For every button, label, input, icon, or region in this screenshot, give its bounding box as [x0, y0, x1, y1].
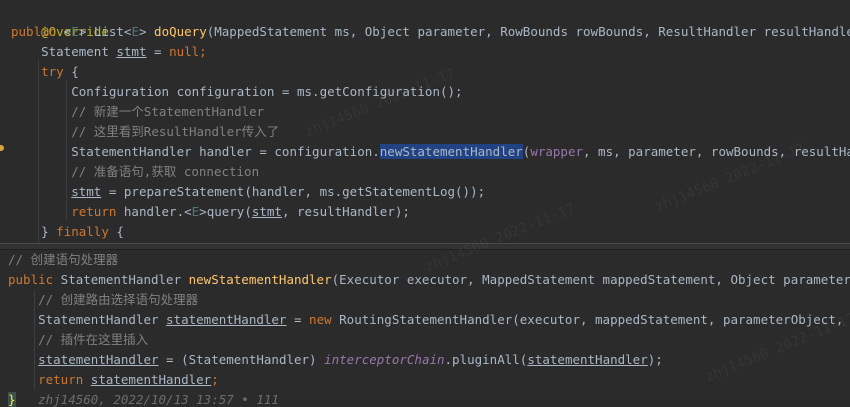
assign: =: [146, 44, 170, 59]
list-close: >: [138, 24, 155, 39]
variable-stmt[interactable]: stmt: [116, 44, 146, 59]
code-line-4[interactable]: try {: [11, 62, 79, 82]
pane-splitter[interactable]: [0, 243, 850, 250]
code-line-5[interactable]: Configuration configuration = ms.getConf…: [11, 82, 463, 102]
code-line-12[interactable]: } finally {: [11, 222, 124, 242]
brace-open: {: [63, 64, 79, 79]
params: (Executor executor, MappedStatement mapp…: [331, 272, 850, 287]
variable-stmt[interactable]: stmt: [71, 184, 101, 199]
bookmark-marker[interactable]: [0, 145, 4, 151]
call-prefix: handler.<: [116, 204, 192, 219]
code-line-b4[interactable]: StatementHandler statementHandler = new …: [8, 310, 850, 330]
selected-method-newstatementhandler[interactable]: newStatementHandler: [379, 144, 523, 159]
cast: = (StatementHandler): [158, 352, 325, 367]
code-line-7[interactable]: // 这里看到ResultHandler传入了: [11, 122, 279, 142]
variable-stmt[interactable]: stmt: [252, 204, 282, 219]
brace-close: }: [41, 224, 57, 239]
field-interceptorchain[interactable]: interceptorChain: [324, 352, 444, 367]
variable-statementhandler[interactable]: statementHandler: [166, 312, 286, 327]
call-end: );: [647, 352, 663, 367]
variable-statementhandler[interactable]: statementHandler: [91, 372, 211, 387]
type-statement: Statement: [41, 44, 117, 59]
code-line-1[interactable]: @Override: [11, 2, 109, 39]
statement-prefix: StatementHandler handler = configuration…: [71, 144, 380, 159]
keyword-return: return: [38, 372, 84, 387]
semicolon: ;: [199, 44, 207, 59]
editor-pane-bottom[interactable]: // 创建语句处理器 public StatementHandler newSt…: [0, 250, 850, 407]
code-line-b7[interactable]: return statementHandler;: [8, 370, 219, 390]
code-line-b2[interactable]: public StatementHandler newStatementHand…: [8, 270, 850, 290]
constructor-call: RoutingStatementHandler(executor, mapped…: [339, 312, 844, 327]
comment: // 新建一个StatementHandler: [71, 104, 265, 119]
type-statementhandler: StatementHandler: [38, 312, 167, 327]
method-doquery[interactable]: doQuery: [154, 24, 207, 39]
code-line-6[interactable]: // 新建一个StatementHandler: [11, 102, 264, 122]
generic-open: <: [56, 24, 72, 39]
keyword-try: try: [41, 64, 64, 79]
comment: // 创建路由选择语句处理器: [38, 292, 199, 307]
code-line-b6[interactable]: statementHandler = (StatementHandler) in…: [8, 350, 663, 370]
call-args: , resultHandler);: [281, 204, 410, 219]
code-line-b3[interactable]: // 创建路由选择语句处理器: [8, 290, 198, 310]
code-line-b8[interactable]: } zhj14560, 2022/10/13 13:57 • 111: [8, 390, 279, 407]
keyword-finally: finally: [56, 224, 109, 239]
args: , ms, parameter, rowBounds, resultHandle…: [583, 144, 850, 159]
closing-brace[interactable]: }: [8, 392, 16, 407]
code-line-9[interactable]: // 准备语句,获取 connection: [11, 162, 259, 182]
keyword-return: return: [71, 204, 117, 219]
statement-prepare: = prepareStatement(handler, ms.getStatem…: [101, 184, 486, 199]
keyword-public: public: [8, 272, 54, 287]
params: (MappedStatement ms, Object parameter, R…: [206, 24, 850, 39]
return-type: StatementHandler: [53, 272, 189, 287]
variable-statementhandler[interactable]: statementHandler: [527, 352, 647, 367]
statement-get-configuration: Configuration configuration = ms.getConf…: [71, 84, 463, 99]
variable-statementhandler[interactable]: statementHandler: [38, 352, 158, 367]
git-blame-annotation: zhj14560, 2022/10/13 13:57 • 111: [15, 392, 279, 407]
call-pluginall: .pluginAll(: [444, 352, 528, 367]
keyword-new: new: [309, 312, 332, 327]
comment: // 创建语句处理器: [8, 252, 119, 267]
comment: // 准备语句,获取 connection: [71, 164, 260, 179]
code-line-b5[interactable]: // 插件在这里插入: [8, 330, 148, 350]
code-line-10[interactable]: stmt = prepareStatement(handler, ms.getS…: [11, 182, 485, 202]
semicolon: ;: [211, 372, 219, 387]
keyword-null: null: [169, 44, 200, 59]
assign: =: [286, 312, 310, 327]
code-line-3[interactable]: Statement stmt = null;: [11, 42, 207, 62]
comment: // 这里看到ResultHandler传入了: [71, 124, 280, 139]
generic-close: >: [78, 24, 94, 39]
comment: // 插件在这里插入: [38, 332, 149, 347]
keyword-public: public: [11, 24, 57, 39]
field-wrapper[interactable]: wrapper: [530, 144, 583, 159]
code-line-2[interactable]: public <E> List<E> doQuery(MappedStateme…: [11, 22, 850, 42]
call-query: >query(: [199, 204, 252, 219]
code-line-8[interactable]: StatementHandler handler = configuration…: [11, 142, 850, 162]
list-type: List<: [93, 24, 132, 39]
brace-open: {: [108, 224, 124, 239]
type-param-e: E: [131, 24, 139, 39]
method-newstatementhandler[interactable]: newStatementHandler: [189, 272, 332, 287]
editor-pane-top[interactable]: @Override public <E> List<E> doQuery(Map…: [0, 0, 850, 243]
code-line-b1[interactable]: // 创建语句处理器: [8, 250, 118, 270]
type-param-e: E: [71, 24, 79, 39]
code-line-11[interactable]: return handler.<E>query(stmt, resultHand…: [11, 202, 410, 222]
